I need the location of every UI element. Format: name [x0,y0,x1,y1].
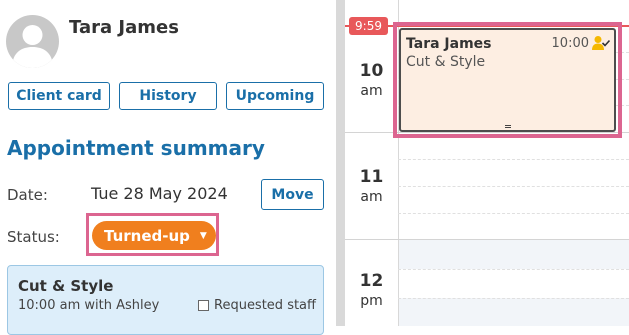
hour-ampm: am [360,189,383,205]
upcoming-button[interactable]: Upcoming [226,82,324,110]
appointment-client: Tara James [406,36,492,52]
appointment-block[interactable]: Tara James Cut & Style 10:00 [399,28,616,132]
hour-number: 10 [359,61,384,81]
requested-staff-option[interactable]: Requested staff [198,298,316,313]
appointment-panel: Tara James Client card History Upcoming … [0,0,336,335]
appointment-resize-handle[interactable] [504,125,511,128]
caret-down-icon: ▼ [199,230,207,241]
hour-ampm: am [360,83,383,99]
slot-divider [398,269,629,270]
history-button[interactable]: History [119,82,217,110]
move-button[interactable]: Move [261,179,324,210]
service-detail: 10:00 am with Ashley [18,298,160,313]
date-label: Date: [7,186,48,204]
hour-number: 12 [359,271,384,291]
status-label: Status: [7,228,60,246]
user-silhouette-icon [12,25,53,68]
hour-ampm: pm [360,293,383,309]
slot-divider [398,159,629,160]
hour-label-10: 10 am [345,61,398,99]
service-name: Cut & Style [18,277,114,295]
avatar [6,15,59,68]
hour-divider [345,239,629,240]
current-time-badge: 9:59 [349,17,388,35]
appointment-time: 10:00 [551,36,589,51]
date-value: Tue 28 May 2024 [91,184,228,203]
hour-label-11: 11 am [345,167,398,205]
panel-divider [336,0,345,326]
requested-staff-checkbox[interactable] [198,300,209,311]
appointment-service: Cut & Style [406,54,486,70]
hour-number: 11 [359,167,384,187]
client-card-button[interactable]: Client card [8,82,110,110]
service-card[interactable]: Cut & Style 10:00 am with Ashley Request… [7,265,324,335]
slot-divider [398,186,629,187]
status-value: Turned-up [104,226,190,245]
requested-staff-label: Requested staff [214,298,316,313]
slot-divider [398,298,629,299]
hour-label-12: 12 pm [345,271,398,309]
grid-shaded-slot [399,298,629,326]
client-turned-up-icon [592,36,610,50]
appointment-summary-heading: Appointment summary [7,136,265,160]
status-dropdown[interactable]: Turned-up ▼ [92,221,216,250]
slot-divider [398,213,629,214]
client-name: Tara James [69,17,179,38]
grid-shaded-slot [399,239,629,269]
